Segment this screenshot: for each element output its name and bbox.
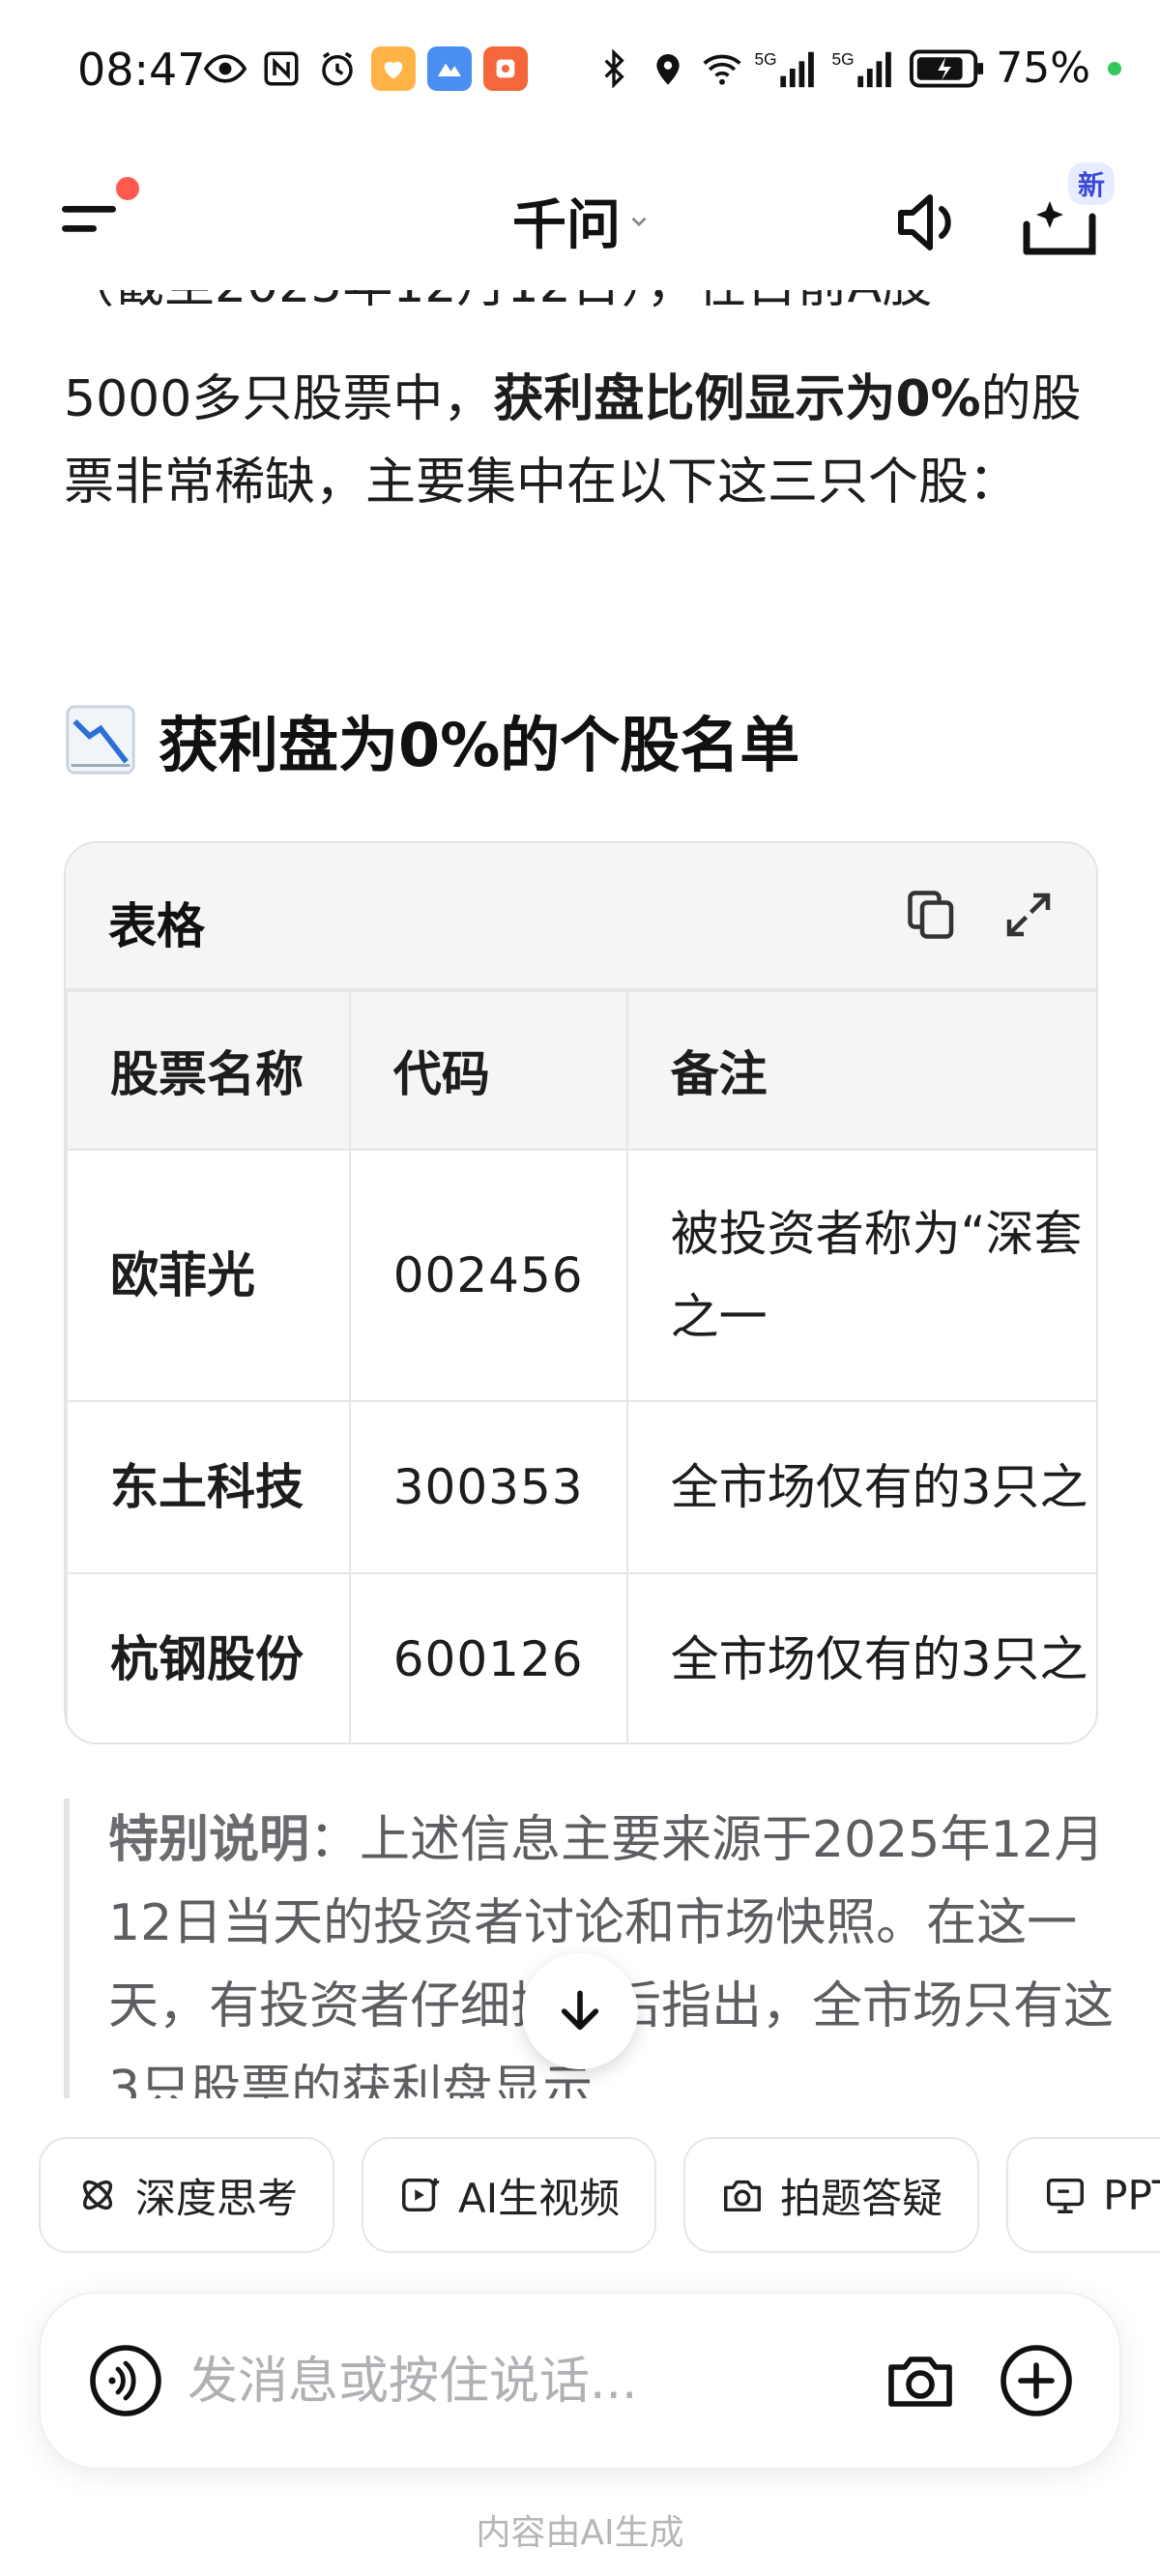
cell-code: 600126 [348, 1572, 628, 1742]
status-bar: 08:47 5G 5G 75% [0, 0, 1160, 145]
chip-ppt[interactable]: PPT [1006, 2137, 1160, 2253]
signal-5g-icon-1: 5G [754, 46, 822, 91]
arrow-down-icon [561, 1990, 599, 2031]
eye-icon [203, 46, 247, 91]
chip-deep-think[interactable]: 深度思考 [39, 2137, 335, 2253]
chip-photo-question[interactable]: 拍题答疑 [683, 2137, 980, 2253]
deep-think-icon [82, 2180, 113, 2210]
section-title: 获利盘为0%的个股名单 [159, 710, 800, 780]
speaker-icon [898, 194, 951, 250]
cell-name: 欧菲光 [66, 1149, 351, 1402]
note-line: 之一 [670, 1289, 768, 1345]
header-name: 股票名称 [66, 990, 351, 1151]
note-line: 被投资者称为“深套 [670, 1206, 1083, 1262]
cell-name: 东土科技 [66, 1400, 351, 1574]
expand-button[interactable] [1000, 886, 1058, 944]
status-time: 08:47 [77, 44, 206, 96]
table-label: 表格 [108, 898, 205, 954]
intro-bold: 获利盘比例显示为0% [493, 370, 981, 428]
page-title: 千问 [512, 194, 621, 257]
table-header-row: 股票名称 代码 备注 [66, 990, 1096, 1151]
chip-label: PPT [1103, 2171, 1160, 2219]
chip-label: 拍题答疑 [780, 2174, 943, 2222]
bluetooth-icon [592, 46, 636, 91]
stock-table-card: 表格 股票名称 代码 备注 欧菲光 002456 被投资者称为“深套 之一 东土… [64, 841, 1098, 1744]
battery-icon [909, 46, 986, 91]
quick-actions: 深度思考 AI生视频 拍题答疑 PPT [39, 2137, 1160, 2253]
table-row: 杭钢股份 600126 全市场仅有的3只之 [66, 1572, 1096, 1742]
copy-button[interactable] [903, 886, 961, 944]
new-badge: 新 [1068, 162, 1116, 205]
chat-content[interactable]: （截至2025年12月12日），在目前A股 5000多只股票中，获利盘比例显示为… [0, 290, 1160, 2098]
camera-button[interactable] [882, 2342, 959, 2419]
table-row: 东土科技 300353 全市场仅有的3只之 [66, 1400, 1096, 1574]
message-input-bar [39, 2292, 1121, 2470]
video-icon [402, 2178, 440, 2212]
add-button[interactable] [998, 2342, 1075, 2419]
expand-icon [1006, 893, 1051, 937]
chevron-down-icon [631, 217, 647, 226]
cell-code: 002456 [348, 1149, 628, 1402]
title-selector[interactable]: 千问 [512, 182, 652, 260]
voice-icon [90, 2345, 161, 2416]
cell-note: 全市场仅有的3只之 [625, 1572, 1096, 1742]
location-icon [646, 46, 690, 91]
alarm-icon [315, 46, 360, 91]
table-row: 欧菲光 002456 被投资者称为“深套 之一 [66, 1149, 1096, 1402]
ppt-icon [1047, 2178, 1085, 2213]
plus-icon [1000, 2345, 1072, 2416]
cell-note: 被投资者称为“深套 之一 [625, 1149, 1096, 1402]
ai-disclaimer: 内容由AI生成 [476, 2513, 684, 2553]
scroll-down-button[interactable] [522, 1953, 638, 2069]
status-right: 5G 5G 75% [592, 44, 1121, 93]
intro-cut-line: （截至2025年12月12日），在目前A股 [64, 290, 1108, 327]
copy-icon [908, 891, 954, 939]
voice-button[interactable] [87, 2342, 164, 2419]
notification-dot [116, 177, 139, 200]
status-dot [1108, 61, 1121, 75]
app-heart-icon [371, 46, 416, 91]
header-note: 备注 [625, 990, 1096, 1151]
table-toolbar: 表格 [66, 843, 1096, 990]
stock-table: 股票名称 代码 备注 欧菲光 002456 被投资者称为“深套 之一 东土科技 … [66, 990, 1096, 1742]
intro-line: 5000多只股票中， [64, 370, 494, 428]
svg-text:5G: 5G [832, 49, 855, 69]
camera-icon [888, 2356, 952, 2407]
cell-note: 全市场仅有的3只之 [625, 1400, 1096, 1574]
speaker-button[interactable] [889, 184, 967, 261]
chip-ai-video[interactable]: AI生视频 [362, 2137, 657, 2253]
cell-name: 杭钢股份 [66, 1572, 351, 1742]
svg-text:5G: 5G [755, 49, 777, 69]
battery-percent: 75% [996, 44, 1090, 93]
app-header: 千问 新 [0, 145, 1160, 290]
note-label: 特别说明 [108, 1811, 310, 1869]
chart-down-icon [66, 705, 135, 775]
signal-5g-icon-2: 5G [831, 46, 899, 91]
chip-label: AI生视频 [458, 2174, 621, 2222]
wifi-icon [700, 46, 744, 91]
camera-question-icon [724, 2180, 762, 2212]
cell-code: 300353 [348, 1400, 628, 1574]
section-heading: 获利盘为0%的个股名单 [64, 696, 799, 783]
message-input[interactable] [186, 2347, 866, 2416]
header-code: 代码 [348, 990, 628, 1151]
status-left-icons [203, 46, 528, 91]
app-red-icon [483, 46, 528, 91]
nfc-icon [259, 46, 304, 91]
intro-paragraph: 5000多只股票中，获利盘比例显示为0%的股票非常稀缺，主要集中在以下这三只个股… [64, 358, 1108, 524]
app-map-icon [427, 46, 472, 91]
chip-label: 深度思考 [135, 2174, 299, 2222]
